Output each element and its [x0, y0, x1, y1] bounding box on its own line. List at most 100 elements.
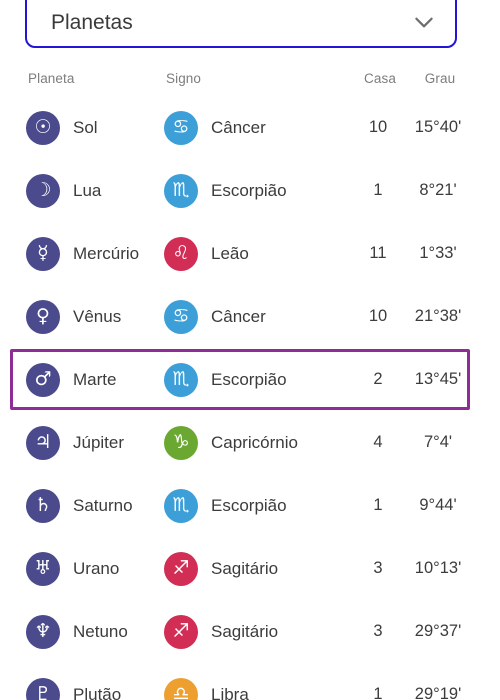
table-row[interactable]: ♄ Saturno ♏ Escorpião 1 9°44'	[0, 474, 500, 537]
chevron-down-icon[interactable]	[411, 9, 437, 35]
house-value: 1	[373, 181, 383, 199]
cell-sign: ♋ Câncer	[164, 110, 349, 145]
header-cell-degree: Grau	[409, 70, 471, 88]
sign-glyph: ♎	[172, 683, 190, 700]
cell-degree: 8°21'	[407, 181, 469, 200]
table-row[interactable]: ☉ Sol ♋ Câncer 10 15°40'	[0, 96, 500, 159]
sagittarius-icon: ♐	[164, 551, 198, 586]
mars-icon: ♂	[26, 362, 60, 397]
cell-sign: ♐ Sagitário	[164, 614, 349, 649]
degree-value: 13°45'	[414, 370, 462, 388]
cell-house: 11	[349, 244, 407, 263]
cell-house: 10	[349, 307, 407, 326]
sign-glyph: ♏	[172, 179, 190, 201]
cell-planet: ☿ Mercúrio	[26, 236, 164, 271]
sign-name: Sagitário	[211, 558, 279, 578]
cancer-icon: ♋	[164, 110, 198, 145]
header-label-sign: Signo	[166, 71, 202, 86]
planet-glyph: ♆	[34, 620, 52, 642]
neptune-icon: ♆	[26, 614, 60, 649]
planet-glyph: ♅	[34, 557, 52, 579]
header-cell-sign: Signo	[166, 70, 351, 88]
table-row[interactable]: ☿ Mercúrio ♌ Leão 11 1°33'	[0, 222, 500, 285]
degree-value: 29°37'	[414, 622, 462, 640]
house-value: 2	[373, 370, 383, 388]
table-row[interactable]: ♇ Plutão ♎ Libra 1 29°19'	[0, 663, 500, 700]
planet-name: Netuno	[73, 621, 128, 641]
cell-planet: ♆ Netuno	[26, 614, 164, 649]
cell-sign: ♏ Escorpião	[164, 362, 349, 397]
cell-house: 10	[349, 118, 407, 137]
libra-icon: ♎	[164, 677, 198, 700]
scorpio-icon: ♏	[164, 362, 198, 397]
sign-name: Câncer	[211, 306, 266, 326]
cell-sign: ♏ Escorpião	[164, 488, 349, 523]
cell-house: 2	[349, 370, 407, 389]
cell-house: 1	[349, 496, 407, 515]
cell-planet: ☽ Lua	[26, 173, 164, 208]
degree-value: 21°38'	[414, 307, 462, 325]
cell-degree: 1°33'	[407, 244, 469, 263]
house-value: 4	[373, 433, 383, 451]
sign-glyph: ♐	[172, 557, 190, 579]
cell-degree: 9°44'	[407, 496, 469, 515]
cell-planet: ☉ Sol	[26, 110, 164, 145]
table-header-row: Planeta Signo Casa Grau	[0, 62, 500, 96]
sign-name: Capricórnio	[211, 432, 298, 452]
header-label-degree: Grau	[424, 71, 456, 86]
planet-glyph: ♄	[34, 494, 52, 516]
house-value: 3	[373, 622, 383, 640]
table-row[interactable]: ♃ Júpiter ♑ Capricórnio 4 7°4'	[0, 411, 500, 474]
capricorn-icon: ♑	[164, 425, 198, 460]
cancer-icon: ♋	[164, 299, 198, 334]
cell-house: 4	[349, 433, 407, 452]
cell-house: 3	[349, 622, 407, 641]
table-row[interactable]: ☽ Lua ♏ Escorpião 1 8°21'	[0, 159, 500, 222]
moon-icon: ☽	[26, 173, 60, 208]
cell-sign: ♐ Sagitário	[164, 551, 349, 586]
sign-glyph: ♋	[172, 116, 190, 138]
planet-name: Marte	[73, 369, 117, 389]
sagittarius-icon: ♐	[164, 614, 198, 649]
cell-degree: 29°37'	[407, 622, 469, 641]
planets-table: Planeta Signo Casa Grau ☉ Sol ♋ Câncer 10 15°…	[0, 62, 500, 700]
table-row[interactable]: ♆ Netuno ♐ Sagitário 3 29°37'	[0, 600, 500, 663]
degree-value: 9°44'	[419, 496, 457, 514]
planets-dropdown[interactable]: Planetas	[25, 0, 457, 48]
degree-value: 7°4'	[423, 433, 453, 451]
sign-name: Câncer	[211, 117, 266, 137]
planet-name: Vênus	[73, 306, 122, 326]
house-value: 11	[369, 244, 387, 262]
cell-degree: 10°13'	[407, 559, 469, 578]
planet-glyph: ♃	[34, 431, 52, 453]
cell-planet: ♇ Plutão	[26, 677, 164, 700]
house-value: 10	[368, 307, 388, 325]
planet-glyph: ♂	[34, 368, 52, 390]
planet-glyph: ♀	[36, 305, 50, 327]
sign-glyph: ♐	[172, 620, 190, 642]
house-value: 3	[373, 559, 383, 577]
cell-sign: ♏ Escorpião	[164, 173, 349, 208]
table-row[interactable]: ♂ Marte ♏ Escorpião 2 13°45'	[0, 348, 500, 411]
degree-value: 15°40'	[414, 118, 462, 136]
table-row[interactable]: ♀ Vênus ♋ Câncer 10 21°38'	[0, 285, 500, 348]
sign-name: Escorpião	[211, 369, 287, 389]
planet-name: Plutão	[73, 684, 122, 700]
saturn-icon: ♄	[26, 488, 60, 523]
sign-name: Escorpião	[211, 495, 287, 515]
sign-glyph: ♑	[172, 431, 190, 453]
sign-name: Sagitário	[211, 621, 279, 641]
sun-icon: ☉	[26, 110, 60, 145]
header-label-house: Casa	[364, 71, 396, 86]
venus-icon: ♀	[26, 299, 60, 334]
house-value: 1	[373, 685, 383, 700]
table-row[interactable]: ♅ Urano ♐ Sagitário 3 10°13'	[0, 537, 500, 600]
sign-glyph: ♋	[172, 305, 190, 327]
table-rows-container: ☉ Sol ♋ Câncer 10 15°40' ☽ Lua ♏ Escorpião 1 8°21' ☿…	[0, 96, 500, 700]
sign-name: Escorpião	[211, 180, 287, 200]
header-cell-planet: Planeta	[28, 70, 166, 88]
cell-planet: ♃ Júpiter	[26, 425, 164, 460]
leo-icon: ♌	[164, 236, 198, 271]
scorpio-icon: ♏	[164, 488, 198, 523]
cell-sign: ♎ Libra	[164, 677, 349, 700]
